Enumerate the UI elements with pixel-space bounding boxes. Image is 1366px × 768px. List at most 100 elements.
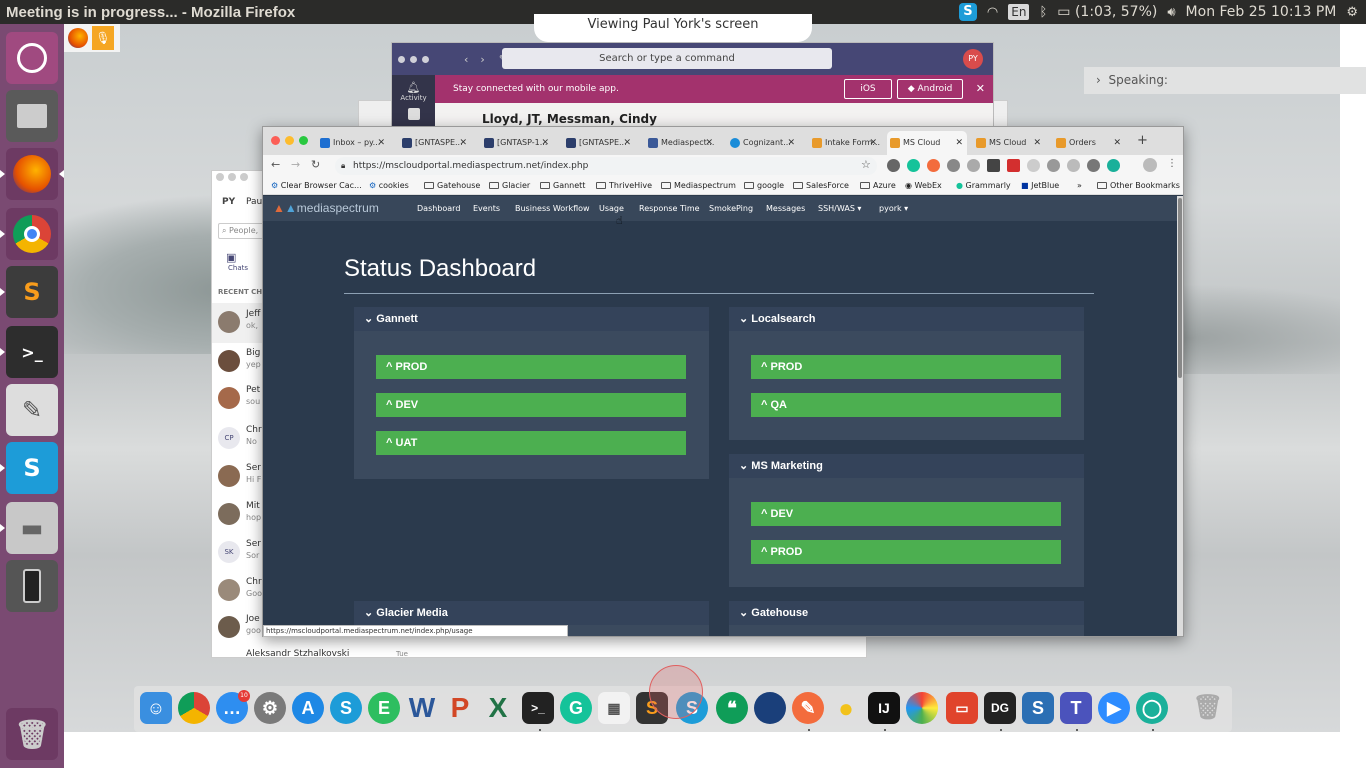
extension-icon[interactable] xyxy=(1067,159,1080,172)
trash-icon[interactable]: 🗑︎ xyxy=(6,708,58,760)
status-button-prod[interactable]: ^ PROD xyxy=(751,355,1061,379)
bookmark-item[interactable]: google xyxy=(744,177,784,195)
status-button-prod[interactable]: ^ PROD xyxy=(751,540,1061,564)
minimize-dot[interactable] xyxy=(285,136,294,145)
nav-ssh-was-dropdown[interactable]: SSH/WAS ▾ xyxy=(818,196,861,221)
window-min-dot[interactable] xyxy=(410,55,417,63)
site-logo[interactable]: ▲▲mediaspectrum xyxy=(273,201,379,215)
system-preferences-icon[interactable]: ⚙ xyxy=(254,692,286,724)
wifi-icon[interactable]: ◠ xyxy=(987,5,998,20)
bell-icon[interactable]: 🔔︎ xyxy=(392,81,435,94)
tab-close-icon[interactable]: ✕ xyxy=(1113,131,1121,155)
keyboard-language[interactable]: En xyxy=(1008,4,1030,20)
window-close-dot[interactable] xyxy=(216,173,224,181)
teams-avatar[interactable]: PY xyxy=(963,49,983,69)
settings-gear-icon[interactable]: ⚙ xyxy=(1346,5,1358,20)
app-store-icon[interactable]: A xyxy=(292,692,324,724)
extension-icon[interactable] xyxy=(1027,159,1040,172)
extension-icon[interactable] xyxy=(1047,159,1060,172)
dock-trash-icon[interactable]: 🗑︎ xyxy=(1192,692,1224,724)
extension-icon[interactable] xyxy=(887,159,900,172)
tab-close-icon[interactable]: ✕ xyxy=(377,131,385,155)
bookmarks-overflow[interactable]: » xyxy=(1077,177,1082,195)
terminal-dock-icon[interactable]: >_ xyxy=(522,692,554,724)
bookmark-item[interactable]: Azure xyxy=(860,177,896,195)
status-button-uat[interactable]: ^ UAT xyxy=(376,431,686,455)
tab-close-icon[interactable]: ✕ xyxy=(869,131,877,155)
window-min-dot[interactable] xyxy=(228,173,236,181)
excel-icon[interactable]: X xyxy=(482,692,514,724)
tab-close-icon[interactable]: ✕ xyxy=(623,131,631,155)
menu-kebab-icon[interactable]: ⋮ xyxy=(1167,158,1177,169)
panel-header[interactable]: ⌄ Glacier Media xyxy=(354,601,709,625)
color-app-icon[interactable] xyxy=(906,692,938,724)
word-icon[interactable]: W xyxy=(406,692,438,724)
chrome-icon[interactable] xyxy=(6,208,58,260)
tab-mediaspectrum[interactable]: Mediaspect... ✕ xyxy=(645,131,717,155)
new-tab-button[interactable]: + xyxy=(1137,133,1148,148)
firefox-icon[interactable] xyxy=(6,148,58,200)
tab-close-icon[interactable]: ✕ xyxy=(459,131,467,155)
bookmark-item[interactable]: ThriveHive xyxy=(596,177,652,195)
bookmark-item[interactable]: Gatehouse xyxy=(424,177,480,195)
banner-close-icon[interactable]: ✕ xyxy=(976,75,985,103)
powerpoint-icon[interactable]: P xyxy=(444,692,476,724)
battery-indicator[interactable]: ▭ (1:03, 57%) xyxy=(1057,4,1157,20)
globe-app-icon[interactable] xyxy=(754,692,786,724)
forward-arrow-icon[interactable]: › xyxy=(480,53,484,66)
launchpad-icon[interactable]: ▦ xyxy=(598,692,630,724)
maximize-dot[interactable] xyxy=(299,136,308,145)
firefox-small-icon[interactable] xyxy=(68,28,88,48)
disk-drive-icon[interactable]: ▬ xyxy=(6,502,58,554)
cyberduck-icon[interactable]: ● xyxy=(830,692,862,724)
window-max-dot[interactable] xyxy=(422,55,429,63)
chat-icon[interactable] xyxy=(407,108,420,120)
speaking-panel[interactable]: › Speaking: xyxy=(1084,67,1366,94)
nav-messages[interactable]: Messages xyxy=(766,196,805,221)
grammarly-dock-icon[interactable]: G xyxy=(560,692,592,724)
teams-dock-icon[interactable]: T xyxy=(1060,692,1092,724)
tab-jira-1[interactable]: [GNTASPE... ✕ xyxy=(399,131,471,155)
tab-close-icon[interactable]: ✕ xyxy=(705,131,713,155)
status-button-prod[interactable]: ^ PROD xyxy=(376,355,686,379)
sublime-text-icon[interactable]: S xyxy=(6,266,58,318)
video-app-icon[interactable]: ◯ xyxy=(1136,692,1168,724)
tab-ms-cloud[interactable]: MS Cloud ✕ xyxy=(973,131,1045,155)
ubuntu-dash-icon[interactable] xyxy=(6,32,58,84)
nav-response-time[interactable]: Response Time xyxy=(639,196,700,221)
evernote-icon[interactable]: E xyxy=(368,692,400,724)
status-button-dev[interactable]: ^ DEV xyxy=(751,502,1061,526)
tab-cognizant[interactable]: Cognizant... ✕ xyxy=(727,131,799,155)
chats-icon[interactable]: ▣ xyxy=(226,251,236,264)
tab-jira-2[interactable]: [GNTASP-1... ✕ xyxy=(481,131,553,155)
window-max-dot[interactable] xyxy=(240,173,248,181)
tab-inbox[interactable]: Inbox – py... ✕ xyxy=(317,131,389,155)
nav-dashboard[interactable]: Dashboard xyxy=(417,196,460,221)
bookmark-item[interactable]: ⚙ cookies xyxy=(369,177,409,195)
volume-icon[interactable]: 🔊︎ xyxy=(1167,5,1175,20)
remote-desktop-icon[interactable]: ▭ xyxy=(946,692,978,724)
mute-microphone-button[interactable] xyxy=(649,665,703,719)
user-initials[interactable]: PY xyxy=(222,197,235,207)
extension-icon[interactable] xyxy=(1087,159,1100,172)
extension-icon[interactable] xyxy=(967,159,980,172)
back-arrow-icon[interactable]: ‹ xyxy=(464,53,468,66)
phone-device-icon[interactable] xyxy=(6,560,58,612)
terminal-icon[interactable]: >_ xyxy=(6,326,58,378)
people-search-input[interactable]: ⌕ People, xyxy=(218,223,266,239)
reload-icon[interactable]: ↻ xyxy=(311,158,320,171)
extension-icon[interactable] xyxy=(947,159,960,172)
panel-header[interactable]: ⌄ MS Marketing xyxy=(729,454,1084,478)
bookmark-item[interactable]: ● Grammarly xyxy=(956,177,1011,195)
bookmark-item[interactable]: Other Bookmarks xyxy=(1097,177,1180,195)
nav-smokeping[interactable]: SmokePing xyxy=(709,196,753,221)
skype-icon[interactable]: S xyxy=(6,442,58,494)
forward-arrow-icon[interactable]: → xyxy=(291,158,300,171)
nav-business-workflow[interactable]: Business Workflow xyxy=(515,196,590,221)
back-arrow-icon[interactable]: ← xyxy=(271,158,280,171)
close-dot[interactable] xyxy=(271,136,280,145)
tab-close-icon[interactable]: ✕ xyxy=(1033,131,1041,155)
hangouts-icon[interactable]: ❝ xyxy=(716,692,748,724)
files-icon[interactable] xyxy=(6,90,58,142)
chat-name-last[interactable]: Aleksandr Stzhalkovski xyxy=(246,649,349,659)
